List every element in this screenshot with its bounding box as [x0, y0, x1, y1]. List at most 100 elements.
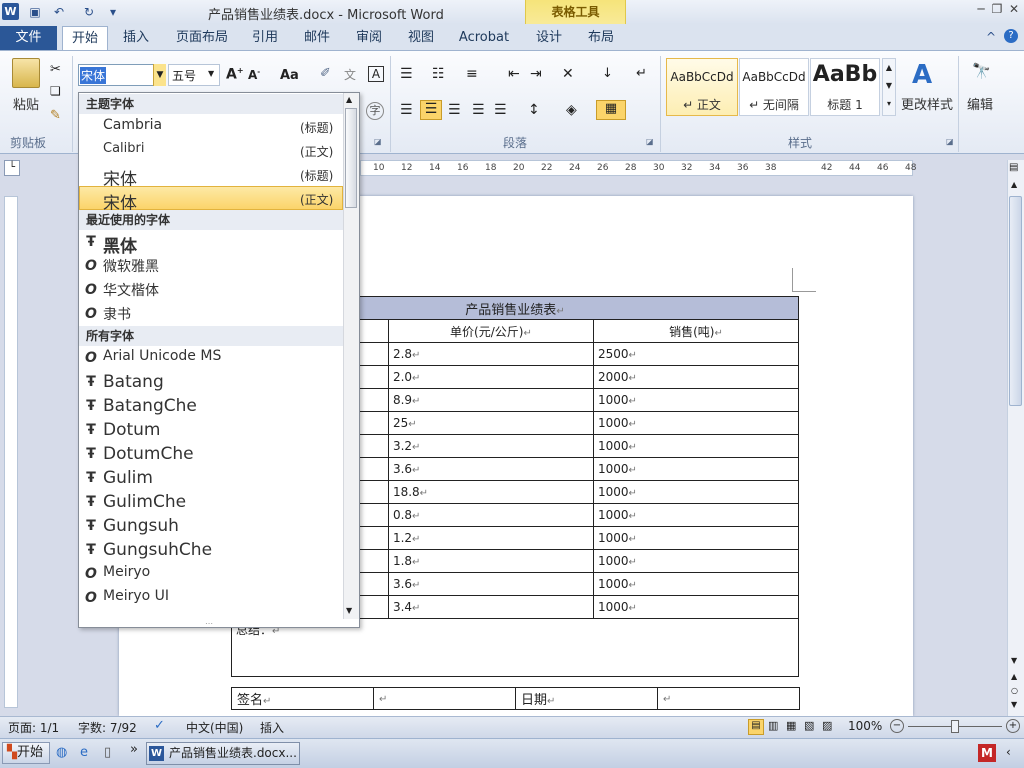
insert-mode[interactable]: 插入	[260, 719, 284, 736]
sales-cell[interactable]: 1000↵	[592, 572, 800, 596]
start-button[interactable]: ▚开始	[2, 742, 50, 764]
scroll-up-icon[interactable]: ▲	[1011, 180, 1017, 189]
price-cell[interactable]: 3.2↵	[387, 434, 594, 458]
view-ruler-icon[interactable]: ▤	[1009, 162, 1018, 173]
full-screen-reading-icon[interactable]: ▥	[768, 719, 778, 732]
word-app-icon[interactable]: W	[2, 3, 19, 20]
zoom-slider-thumb[interactable]	[951, 720, 959, 733]
numbering-icon[interactable]: ☷	[432, 66, 445, 82]
taskbar-more-icon[interactable]: »	[130, 742, 138, 757]
decrease-indent-icon[interactable]: ⇤	[508, 66, 520, 82]
price-cell[interactable]: 2.8↵	[387, 342, 594, 366]
align-left-icon[interactable]: ☰	[400, 102, 413, 118]
shading-icon[interactable]: ◈	[566, 102, 577, 118]
grow-font-icon[interactable]: A+	[226, 66, 244, 83]
tray-expand-icon[interactable]: ‹	[1006, 745, 1011, 759]
align-center-icon[interactable]: ☰	[420, 100, 442, 120]
horizontal-ruler[interactable]: 10 12 14 16 18 20 22 24 26 28 30 32 34 36 38 42 44 46 48	[360, 160, 916, 176]
dropdown-resize-grip-icon[interactable]: ⋯	[205, 619, 213, 628]
price-cell[interactable]: 3.6↵	[387, 572, 594, 596]
change-case-icon[interactable]: Aa	[280, 68, 299, 83]
paste-icon[interactable]	[12, 58, 40, 88]
tab-view[interactable]: 视图	[404, 26, 438, 50]
ie-icon[interactable]: e	[80, 745, 88, 760]
price-cell[interactable]: 3.6↵	[387, 457, 594, 481]
date-label-cell[interactable]: 日期↵	[515, 687, 658, 710]
tab-layout[interactable]: 布局	[585, 26, 617, 50]
font-size-value[interactable]: 五号	[172, 67, 196, 84]
sales-cell[interactable]: 1000↵	[592, 549, 800, 573]
proofing-icon[interactable]: ✓	[154, 718, 165, 733]
draft-icon[interactable]: ▨	[822, 719, 832, 732]
price-cell[interactable]: 3.4↵	[387, 595, 594, 619]
editing-button[interactable]: 编辑	[962, 94, 998, 113]
price-cell[interactable]: 1.2↵	[387, 526, 594, 550]
signature-label-cell[interactable]: 签名↵	[231, 687, 374, 710]
bullets-icon[interactable]: ☰	[400, 66, 413, 82]
sales-cell[interactable]: 2000↵	[592, 365, 800, 389]
font-name-value[interactable]: 宋体	[80, 67, 107, 84]
price-cell[interactable]: 8.9↵	[387, 388, 594, 412]
font-scroll-down-icon[interactable]: ▼	[346, 606, 352, 615]
print-layout-icon[interactable]: ▤	[748, 719, 764, 735]
styles-dialog-launcher-icon[interactable]: ◪	[946, 137, 954, 146]
tab-design[interactable]: 设计	[533, 26, 565, 50]
price-cell[interactable]: 25↵	[387, 411, 594, 435]
paragraph-dialog-launcher-icon[interactable]: ◪	[646, 137, 654, 146]
tray-app-icon[interactable]: M	[978, 744, 996, 762]
zoom-out-icon[interactable]: −	[890, 719, 904, 733]
collapse-ribbon-icon[interactable]: ^	[986, 30, 996, 44]
next-page-icon[interactable]: ▼	[1011, 700, 1017, 709]
save-icon[interactable]: ▣	[26, 3, 44, 21]
cut-icon[interactable]: ✂	[50, 62, 61, 77]
tab-home[interactable]: 开始	[62, 26, 108, 51]
sales-cell[interactable]: 1000↵	[592, 503, 800, 527]
enclose-characters-icon[interactable]: 字	[366, 102, 384, 120]
sales-cell[interactable]: 1000↵	[592, 411, 800, 435]
font-dropdown-arrow-icon[interactable]: ▼	[153, 64, 166, 86]
borders-icon[interactable]: ▦	[596, 100, 626, 120]
line-spacing-icon[interactable]: ↕	[528, 102, 540, 118]
phonetic-guide-icon[interactable]: 文	[344, 66, 356, 83]
font-dropdown-scroll-thumb[interactable]	[345, 108, 357, 208]
sales-cell[interactable]: 1000↵	[592, 434, 800, 458]
font-scroll-up-icon[interactable]: ▲	[346, 95, 352, 104]
sort-icon[interactable]: ↓	[602, 66, 613, 81]
increase-indent-icon[interactable]: ⇥	[530, 66, 542, 82]
tab-selector-icon[interactable]: └	[4, 160, 20, 176]
explorer-icon[interactable]: ▯	[104, 745, 111, 760]
browse-object-icon[interactable]: ○	[1011, 686, 1018, 695]
customize-quick-access-icon[interactable]: ▾	[104, 3, 122, 21]
close-icon[interactable]: ✕	[1005, 2, 1023, 18]
header-sales[interactable]: 销售(吨)↵	[592, 319, 800, 343]
change-styles-button[interactable]: 更改样式	[900, 94, 954, 113]
date-value-cell[interactable]: ↵	[657, 687, 800, 710]
price-cell[interactable]: 1.8↵	[387, 549, 594, 573]
clear-formatting-icon[interactable]: ✐	[320, 66, 331, 81]
restore-icon[interactable]: ❐	[988, 2, 1006, 18]
price-cell[interactable]: 2.0↵	[387, 365, 594, 389]
signature-table[interactable]: 签名↵ ↵ 日期↵ ↵	[231, 687, 800, 710]
outline-icon[interactable]: ▧	[804, 719, 814, 732]
paste-button[interactable]: 粘贴	[6, 94, 46, 113]
language-indicator[interactable]: 中文(中国)	[186, 719, 243, 736]
web-layout-icon[interactable]: ▦	[786, 719, 796, 732]
sales-cell[interactable]: 2500↵	[592, 342, 800, 366]
header-price[interactable]: 单价(元/公斤)↵	[387, 319, 594, 343]
price-cell[interactable]: 0.8↵	[387, 503, 594, 527]
tab-mailings[interactable]: 邮件	[300, 26, 334, 50]
zoom-in-icon[interactable]: +	[1006, 719, 1020, 733]
tab-review[interactable]: 审阅	[352, 26, 386, 50]
show-desktop-icon[interactable]: ◍	[56, 745, 67, 760]
tab-page-layout[interactable]: 页面布局	[172, 26, 232, 50]
undo-icon[interactable]: ↶	[50, 3, 68, 21]
show-marks-icon[interactable]: ↵	[636, 66, 647, 81]
find-icon[interactable]: 🔭	[972, 62, 991, 80]
zoom-level[interactable]: 100%	[848, 719, 882, 733]
size-dropdown-arrow-icon[interactable]: ▼	[208, 69, 214, 78]
sales-cell[interactable]: 1000↵	[592, 526, 800, 550]
align-right-icon[interactable]: ☰	[448, 102, 461, 118]
taskbar-word-document[interactable]: 产品销售业绩表.docx...	[146, 742, 300, 765]
character-border-icon[interactable]: A	[368, 66, 384, 82]
distributed-icon[interactable]: ☰	[494, 102, 507, 118]
